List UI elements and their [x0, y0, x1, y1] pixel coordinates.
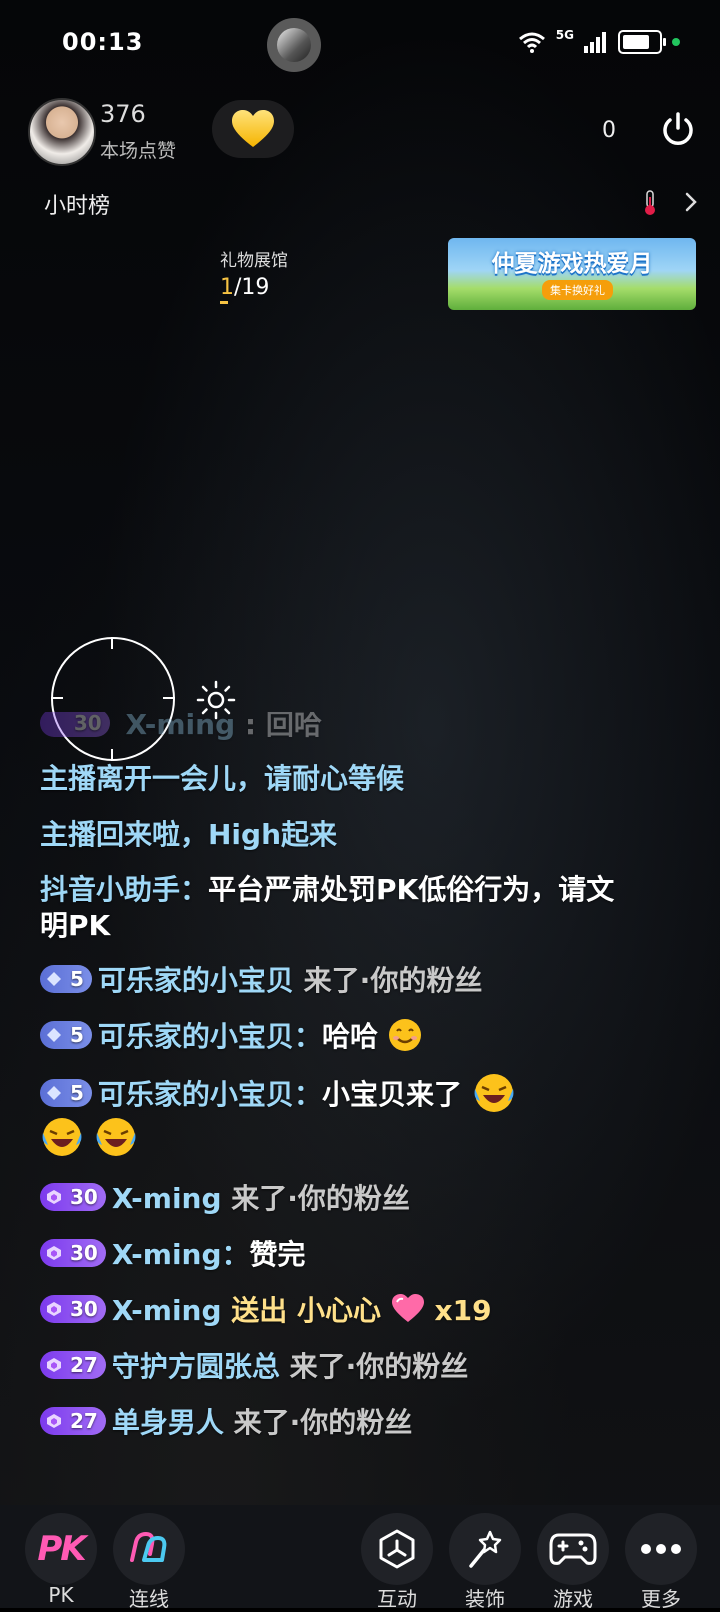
interact-icon: [361, 1513, 433, 1585]
gift-hall-current: 1: [220, 275, 234, 300]
likes-count: 376: [100, 100, 146, 128]
chat-message: 5 可乐家的小宝贝 来了·你的粉丝: [40, 962, 640, 1000]
host-avatar[interactable]: [28, 98, 96, 166]
banner-title: 仲夏游戏热爱月: [491, 251, 653, 277]
bottom-toolbar: PK PK 连线 互动 装饰 游戏 更多: [0, 1505, 720, 1611]
chat-username[interactable]: 可乐家的小宝贝：: [98, 1020, 322, 1053]
network-type: 5G: [555, 28, 574, 42]
likes-label: 本场点赞: [100, 140, 177, 162]
connect-icon: [113, 1513, 185, 1585]
chat-username[interactable]: X-ming: [125, 712, 235, 741]
gift-count: x19: [424, 1294, 492, 1327]
battery-icon: [618, 30, 666, 54]
level-badge: 5: [40, 1079, 92, 1107]
chat-username[interactable]: 守护方圆张总: [112, 1350, 280, 1383]
fan-club-heart-button[interactable]: [212, 100, 294, 158]
chat-message: 30 X-ming：赞完: [40, 1236, 640, 1274]
gamepad-icon: [537, 1513, 609, 1585]
chat-username[interactable]: 可乐家的小宝贝：: [98, 1078, 322, 1111]
chat-username[interactable]: 单身男人: [112, 1406, 224, 1439]
gift-hall-total: /19: [234, 275, 270, 300]
chat-text: 来了·你的粉丝: [221, 1182, 410, 1215]
level-badge: 30: [40, 712, 110, 737]
chat-message: 27 守护方圆张总 来了·你的粉丝: [40, 1348, 640, 1386]
decorate-button[interactable]: 装饰: [449, 1513, 521, 1612]
chat-message: 30 X-ming : 回哈: [40, 712, 640, 742]
pk-label: PK: [48, 1583, 74, 1607]
power-icon: [663, 112, 693, 145]
hour-rank-link[interactable]: 小时榜: [44, 188, 110, 220]
signal-icon: [584, 32, 606, 53]
event-banner[interactable]: 仲夏游戏热爱月 集卡换好礼: [448, 238, 696, 310]
chat-message: 27 单身男人 来了·你的粉丝: [40, 1404, 640, 1442]
level-badge: 27: [40, 1407, 106, 1435]
small-heart-gift-icon: [391, 1294, 424, 1322]
status-icons: 5G: [518, 28, 680, 54]
level-badge: 30: [40, 1239, 106, 1267]
chat-text: 哈哈: [321, 1020, 378, 1053]
gift-hall[interactable]: 礼物展馆 1/19: [220, 246, 288, 304]
viewer-count[interactable]: 0: [602, 118, 616, 143]
privacy-dot: [672, 38, 680, 46]
pk-icon: PK: [25, 1513, 97, 1585]
gift-hall-progress: 1/19: [220, 275, 288, 300]
chevron-right-icon[interactable]: [684, 192, 698, 212]
gift-hall-title: 礼物展馆: [220, 251, 288, 271]
games-button[interactable]: 游戏: [537, 1513, 609, 1612]
chat-text: 来了·你的粉丝: [279, 1350, 469, 1383]
pk-button[interactable]: PK PK: [25, 1513, 97, 1607]
thermometer-icon[interactable]: [642, 190, 658, 216]
chat-text: 小宝贝来了: [321, 1078, 462, 1111]
chat-username[interactable]: 可乐家的小宝贝: [98, 964, 294, 997]
chat-message: 5 可乐家的小宝贝：哈哈: [40, 1018, 640, 1056]
banner-subtitle: 集卡换好礼: [542, 280, 613, 300]
interact-button[interactable]: 互动: [361, 1513, 433, 1612]
level-badge: 27: [40, 1351, 106, 1379]
system-message: 主播离开一会儿，请耐心等候: [40, 762, 405, 795]
system-message: 主播回来啦，High起来: [40, 818, 338, 851]
gift-hall-progress-bar: [220, 301, 228, 304]
front-camera-indicator: [267, 18, 321, 72]
wifi-icon: [518, 32, 545, 53]
chat-username[interactable]: X-ming: [112, 1182, 222, 1215]
chat-username[interactable]: X-ming：: [112, 1238, 250, 1271]
gift-message: 30 X-ming 送出 小心心 x19: [40, 1292, 640, 1330]
laugh-cry-emoji-icon: [474, 1074, 514, 1112]
laugh-cry-emoji-icon: [96, 1118, 136, 1156]
level-badge: 5: [40, 965, 92, 993]
connect-button[interactable]: 连线: [113, 1513, 185, 1612]
more-dots-icon: [625, 1513, 697, 1585]
assistant-message: 抖音小助手：平台严肃处罚PK低俗行为，请文明PK: [40, 872, 640, 944]
more-button[interactable]: 更多: [625, 1513, 697, 1612]
chat-message: 5 可乐家的小宝贝：小宝贝来了: [40, 1074, 640, 1162]
chat-list[interactable]: 30 X-ming : 回哈 主播离开一会儿，请耐心等候 主播回来啦，High起…: [40, 712, 640, 1460]
smile-emoji-icon: [388, 1019, 421, 1051]
magic-wand-icon: [449, 1513, 521, 1585]
chat-text: 回哈: [265, 712, 322, 741]
gift-text: 送出 小心心: [221, 1294, 382, 1327]
chat-text: 来了·你的粉丝: [223, 1406, 413, 1439]
level-badge: 5: [40, 1021, 92, 1049]
level-badge: 30: [40, 1183, 106, 1211]
chat-text: 来了·你的粉丝: [293, 964, 483, 997]
status-time: 00:13: [62, 28, 144, 56]
chat-username[interactable]: 抖音小助手：: [40, 873, 208, 906]
laugh-cry-emoji-icon: [42, 1118, 82, 1156]
chat-message: 30 X-ming 来了·你的粉丝: [40, 1180, 640, 1218]
heart-icon: [232, 110, 274, 147]
close-live-button[interactable]: [660, 112, 696, 152]
chat-username[interactable]: X-ming: [112, 1294, 222, 1327]
chat-text: 赞完: [249, 1238, 306, 1271]
level-badge: 30: [40, 1295, 106, 1323]
